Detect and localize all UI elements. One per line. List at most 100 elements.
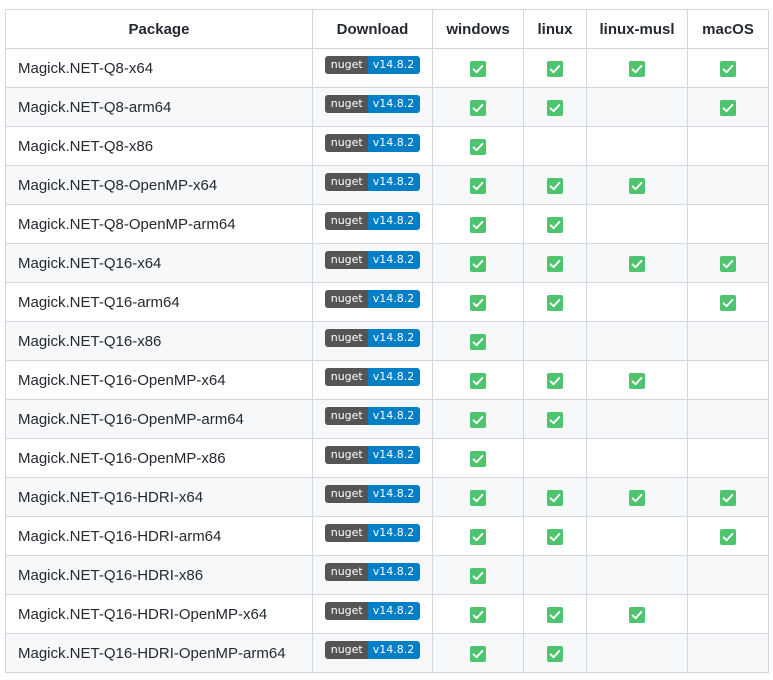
package-name: Magick.NET-Q16-OpenMP-x86 xyxy=(5,438,313,478)
macos-support-cell xyxy=(687,399,769,439)
windows-support-cell xyxy=(432,594,524,634)
windows-support-cell xyxy=(432,87,524,127)
badge-version: v14.8.2 xyxy=(367,95,421,114)
linux-musl-support-cell xyxy=(586,282,688,322)
linux-musl-support-cell xyxy=(586,516,688,556)
linux-musl-support-cell xyxy=(586,477,688,517)
header-package: Package xyxy=(5,9,313,49)
linux-musl-support-cell xyxy=(586,438,688,478)
windows-support-cell xyxy=(432,126,524,166)
check-mark-icon xyxy=(547,216,563,233)
nuget-badge-link[interactable]: nuget v14.8.2 xyxy=(324,524,421,543)
header-download: Download xyxy=(312,9,433,49)
nuget-badge-link[interactable]: nuget v14.8.2 xyxy=(324,329,421,348)
nuget-badge-link[interactable]: nuget v14.8.2 xyxy=(324,134,421,153)
check-mark-icon xyxy=(470,528,486,545)
table-row: Magick.NET-Q16-OpenMP-x86 nuget v14.8.2 xyxy=(5,438,769,478)
nuget-badge-link[interactable]: nuget v14.8.2 xyxy=(324,407,421,426)
macos-support-cell xyxy=(687,594,769,634)
check-mark-icon xyxy=(470,411,486,428)
badge-label: nuget xyxy=(324,563,368,582)
table-row: Magick.NET-Q8-OpenMP-x64 nuget v14.8.2 xyxy=(5,165,769,205)
linux-support-cell xyxy=(523,438,587,478)
macos-support-cell xyxy=(687,204,769,244)
table-row: Magick.NET-Q16-HDRI-x64 nuget v14.8.2 xyxy=(5,477,769,517)
badge-label: nuget xyxy=(324,290,368,309)
badge-version: v14.8.2 xyxy=(367,173,421,192)
nuget-badge-link[interactable]: nuget v14.8.2 xyxy=(324,173,421,192)
windows-support-cell xyxy=(432,360,524,400)
download-cell: nuget v14.8.2 xyxy=(312,126,433,166)
nuget-badge-link[interactable]: nuget v14.8.2 xyxy=(324,290,421,309)
nuget-badge-link[interactable]: nuget v14.8.2 xyxy=(324,212,421,231)
badge-version: v14.8.2 xyxy=(367,524,421,543)
check-mark-icon xyxy=(470,606,486,623)
check-mark-icon xyxy=(547,177,563,194)
nuget-badge-link[interactable]: nuget v14.8.2 xyxy=(324,446,421,465)
check-mark-icon xyxy=(470,294,486,311)
download-cell: nuget v14.8.2 xyxy=(312,360,433,400)
download-cell: nuget v14.8.2 xyxy=(312,555,433,595)
table-row: Magick.NET-Q16-arm64 nuget v14.8.2 xyxy=(5,282,769,322)
nuget-badge-link[interactable]: nuget v14.8.2 xyxy=(324,563,421,582)
header-linux: linux xyxy=(523,9,587,49)
macos-support-cell xyxy=(687,516,769,556)
check-mark-icon xyxy=(547,372,563,389)
macos-support-cell xyxy=(687,282,769,322)
download-cell: nuget v14.8.2 xyxy=(312,633,433,673)
check-mark-icon xyxy=(629,606,645,623)
table-row: Magick.NET-Q16-HDRI-arm64 nuget v14.8.2 xyxy=(5,516,769,556)
badge-version: v14.8.2 xyxy=(367,407,421,426)
package-name: Magick.NET-Q16-x86 xyxy=(5,321,313,361)
package-name: Magick.NET-Q16-OpenMP-x64 xyxy=(5,360,313,400)
badge-version: v14.8.2 xyxy=(367,446,421,465)
badge-label: nuget xyxy=(324,485,368,504)
macos-support-cell xyxy=(687,438,769,478)
check-mark-icon xyxy=(470,450,486,467)
linux-support-cell xyxy=(523,321,587,361)
nuget-badge-link[interactable]: nuget v14.8.2 xyxy=(324,95,421,114)
linux-support-cell xyxy=(523,594,587,634)
windows-support-cell xyxy=(432,243,524,283)
linux-musl-support-cell xyxy=(586,555,688,595)
macos-support-cell xyxy=(687,243,769,283)
badge-label: nuget xyxy=(324,56,368,75)
badge-version: v14.8.2 xyxy=(367,329,421,348)
macos-support-cell xyxy=(687,360,769,400)
check-mark-icon xyxy=(547,99,563,116)
download-cell: nuget v14.8.2 xyxy=(312,165,433,205)
windows-support-cell xyxy=(432,48,524,88)
windows-support-cell xyxy=(432,477,524,517)
table-row: Magick.NET-Q16-OpenMP-arm64 nuget v14.8.2 xyxy=(5,399,769,439)
badge-label: nuget xyxy=(324,95,368,114)
check-mark-icon xyxy=(547,60,563,77)
package-name: Magick.NET-Q16-arm64 xyxy=(5,282,313,322)
badge-version: v14.8.2 xyxy=(367,641,421,660)
download-cell: nuget v14.8.2 xyxy=(312,243,433,283)
nuget-badge-link[interactable]: nuget v14.8.2 xyxy=(324,602,421,621)
package-name: Magick.NET-Q16-HDRI-arm64 xyxy=(5,516,313,556)
header-macos: macOS xyxy=(687,9,769,49)
nuget-badge-link[interactable]: nuget v14.8.2 xyxy=(324,56,421,75)
badge-label: nuget xyxy=(324,251,368,270)
linux-support-cell xyxy=(523,399,587,439)
package-support-table: Package Download windows linux linux-mus… xyxy=(5,9,769,673)
check-mark-icon xyxy=(547,528,563,545)
nuget-badge-link[interactable]: nuget v14.8.2 xyxy=(324,641,421,660)
check-mark-icon xyxy=(470,177,486,194)
package-name: Magick.NET-Q16-HDRI-x64 xyxy=(5,477,313,517)
package-name: Magick.NET-Q8-OpenMP-x64 xyxy=(5,165,313,205)
nuget-badge-link[interactable]: nuget v14.8.2 xyxy=(324,251,421,270)
badge-label: nuget xyxy=(324,368,368,387)
linux-support-cell xyxy=(523,282,587,322)
nuget-badge-link[interactable]: nuget v14.8.2 xyxy=(324,368,421,387)
table-row: Magick.NET-Q8-OpenMP-arm64 nuget v14.8.2 xyxy=(5,204,769,244)
nuget-badge-link[interactable]: nuget v14.8.2 xyxy=(324,485,421,504)
linux-support-cell xyxy=(523,555,587,595)
check-mark-icon xyxy=(547,606,563,623)
badge-label: nuget xyxy=(324,329,368,348)
macos-support-cell xyxy=(687,477,769,517)
badge-version: v14.8.2 xyxy=(367,485,421,504)
download-cell: nuget v14.8.2 xyxy=(312,48,433,88)
badge-label: nuget xyxy=(324,134,368,153)
